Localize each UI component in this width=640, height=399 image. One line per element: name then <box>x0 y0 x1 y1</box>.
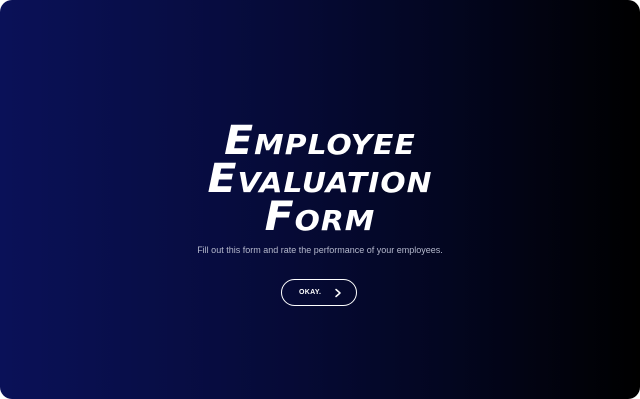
form-title-line-3: Form <box>264 194 376 240</box>
welcome-content: Employee Evaluation Form Fill out this f… <box>0 0 640 399</box>
okay-button[interactable]: OKAY. <box>281 279 357 306</box>
chevron-right-icon <box>335 288 341 298</box>
welcome-screen: Employee Evaluation Form Fill out this f… <box>0 0 640 399</box>
form-title: Employee Evaluation Form <box>0 118 640 240</box>
form-title-line-1: Employee <box>224 118 416 164</box>
form-title-line-2: Evaluation <box>207 156 433 202</box>
okay-button-label: OKAY. <box>299 289 322 296</box>
form-description: Fill out this form and rate the performa… <box>197 245 443 255</box>
